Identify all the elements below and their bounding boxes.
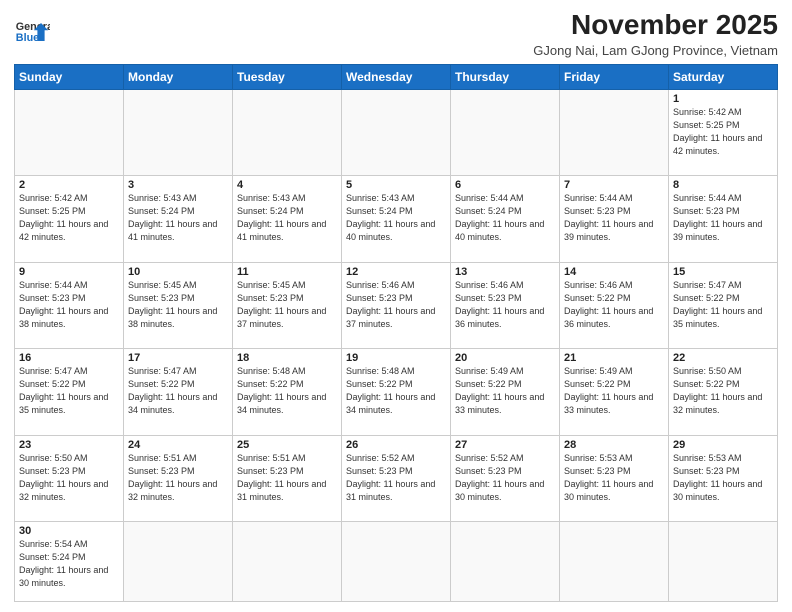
subtitle: GJong Nai, Lam GJong Province, Vietnam (533, 43, 778, 58)
page: General Blue November 2025 GJong Nai, La… (0, 0, 792, 612)
table-row: 2Sunrise: 5:42 AMSunset: 5:25 PMDaylight… (15, 176, 124, 262)
table-row: 10Sunrise: 5:45 AMSunset: 5:23 PMDayligh… (124, 262, 233, 348)
table-row: 16Sunrise: 5:47 AMSunset: 5:22 PMDayligh… (15, 349, 124, 435)
table-row: 9Sunrise: 5:44 AMSunset: 5:23 PMDaylight… (15, 262, 124, 348)
table-row: 6Sunrise: 5:44 AMSunset: 5:24 PMDaylight… (451, 176, 560, 262)
title-block: November 2025 GJong Nai, Lam GJong Provi… (533, 10, 778, 58)
table-row: 3Sunrise: 5:43 AMSunset: 5:24 PMDaylight… (124, 176, 233, 262)
table-row: 29Sunrise: 5:53 AMSunset: 5:23 PMDayligh… (669, 435, 778, 521)
main-title: November 2025 (533, 10, 778, 41)
table-row: 27Sunrise: 5:52 AMSunset: 5:23 PMDayligh… (451, 435, 560, 521)
table-row: 4Sunrise: 5:43 AMSunset: 5:24 PMDaylight… (233, 176, 342, 262)
logo-icon: General Blue (14, 14, 50, 50)
col-wednesday: Wednesday (342, 64, 451, 89)
table-row (451, 521, 560, 601)
col-monday: Monday (124, 64, 233, 89)
table-row: 8Sunrise: 5:44 AMSunset: 5:23 PMDaylight… (669, 176, 778, 262)
col-saturday: Saturday (669, 64, 778, 89)
table-row: 12Sunrise: 5:46 AMSunset: 5:23 PMDayligh… (342, 262, 451, 348)
table-row (15, 89, 124, 175)
table-row: 24Sunrise: 5:51 AMSunset: 5:23 PMDayligh… (124, 435, 233, 521)
header: General Blue November 2025 GJong Nai, La… (14, 10, 778, 58)
col-sunday: Sunday (15, 64, 124, 89)
col-thursday: Thursday (451, 64, 560, 89)
table-row: 23Sunrise: 5:50 AMSunset: 5:23 PMDayligh… (15, 435, 124, 521)
table-row: 19Sunrise: 5:48 AMSunset: 5:22 PMDayligh… (342, 349, 451, 435)
table-row (124, 89, 233, 175)
table-row: 22Sunrise: 5:50 AMSunset: 5:22 PMDayligh… (669, 349, 778, 435)
table-row: 21Sunrise: 5:49 AMSunset: 5:22 PMDayligh… (560, 349, 669, 435)
table-row (233, 89, 342, 175)
table-row: 13Sunrise: 5:46 AMSunset: 5:23 PMDayligh… (451, 262, 560, 348)
table-row (124, 521, 233, 601)
table-row: 30Sunrise: 5:54 AMSunset: 5:24 PMDayligh… (15, 521, 124, 601)
table-row: 26Sunrise: 5:52 AMSunset: 5:23 PMDayligh… (342, 435, 451, 521)
table-row: 14Sunrise: 5:46 AMSunset: 5:22 PMDayligh… (560, 262, 669, 348)
col-friday: Friday (560, 64, 669, 89)
table-row: 20Sunrise: 5:49 AMSunset: 5:22 PMDayligh… (451, 349, 560, 435)
table-row (669, 521, 778, 601)
table-row (233, 521, 342, 601)
table-row: 1Sunrise: 5:42 AMSunset: 5:25 PMDaylight… (669, 89, 778, 175)
calendar: Sunday Monday Tuesday Wednesday Thursday… (14, 64, 778, 602)
table-row: 11Sunrise: 5:45 AMSunset: 5:23 PMDayligh… (233, 262, 342, 348)
svg-text:Blue: Blue (16, 32, 39, 44)
table-row: 15Sunrise: 5:47 AMSunset: 5:22 PMDayligh… (669, 262, 778, 348)
table-row: 7Sunrise: 5:44 AMSunset: 5:23 PMDaylight… (560, 176, 669, 262)
table-row (560, 521, 669, 601)
table-row: 28Sunrise: 5:53 AMSunset: 5:23 PMDayligh… (560, 435, 669, 521)
table-row: 5Sunrise: 5:43 AMSunset: 5:24 PMDaylight… (342, 176, 451, 262)
table-row: 25Sunrise: 5:51 AMSunset: 5:23 PMDayligh… (233, 435, 342, 521)
logo: General Blue (14, 10, 50, 50)
table-row (342, 521, 451, 601)
table-row (560, 89, 669, 175)
col-tuesday: Tuesday (233, 64, 342, 89)
table-row (451, 89, 560, 175)
table-row: 18Sunrise: 5:48 AMSunset: 5:22 PMDayligh… (233, 349, 342, 435)
table-row (342, 89, 451, 175)
table-row: 17Sunrise: 5:47 AMSunset: 5:22 PMDayligh… (124, 349, 233, 435)
